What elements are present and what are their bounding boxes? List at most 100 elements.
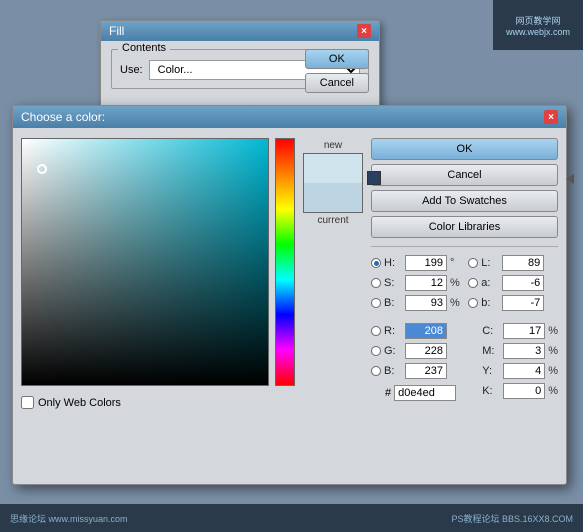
s-field[interactable] [405, 275, 447, 291]
a-label: a: [481, 277, 499, 289]
hex-row: # [371, 385, 460, 401]
spacer2 [468, 315, 558, 319]
fill-dialog-body: Contents Use: Color... OK Cancel [101, 41, 379, 103]
g-radio[interactable] [371, 346, 381, 356]
hex-label: # [385, 387, 391, 399]
k-field[interactable] [503, 383, 545, 399]
color-dialog-close[interactable]: × [544, 110, 558, 124]
l-row: L: [468, 255, 558, 271]
c-field[interactable] [503, 323, 545, 339]
b3-row: b: [468, 295, 558, 311]
a-row: a: [468, 275, 558, 291]
b3-label: b: [481, 297, 499, 309]
b-row: B: % [371, 295, 460, 311]
c-label: C: [482, 325, 500, 337]
color-ok-button[interactable]: OK [371, 138, 558, 160]
y-field[interactable] [503, 363, 545, 379]
m-row: M: % [468, 343, 558, 359]
h-field[interactable] [405, 255, 447, 271]
hex-field[interactable] [394, 385, 456, 401]
r-row: R: [371, 323, 460, 339]
h-radio[interactable] [371, 258, 381, 268]
contents-legend: Contents [118, 42, 170, 54]
b3-field[interactable] [502, 295, 544, 311]
m-unit: % [548, 345, 558, 357]
color-preview-box [303, 153, 363, 213]
fill-ok-button[interactable]: OK [305, 49, 369, 69]
g-label: G: [384, 345, 402, 357]
l-label: L: [481, 257, 499, 269]
preview-section: new current [303, 138, 363, 470]
y-row: Y: % [468, 363, 558, 379]
fill-dialog-titlebar: Fill × [101, 21, 379, 41]
s-radio[interactable] [371, 278, 381, 288]
preview-stack-container [303, 153, 363, 213]
color-libraries-button[interactable]: Color Libraries [371, 216, 558, 238]
inputs-left: H: ° S: % B: [371, 255, 460, 470]
m-field[interactable] [503, 343, 545, 359]
l-radio[interactable] [468, 258, 478, 268]
fill-dialog-close[interactable]: × [357, 24, 371, 38]
b2-row: B: [371, 363, 460, 379]
add-to-swatches-button[interactable]: Add To Swatches [371, 190, 558, 212]
fill-dialog-title: Fill [109, 24, 124, 38]
r-label: R: [384, 325, 402, 337]
hue-slider-container [275, 138, 295, 386]
r-field[interactable] [405, 323, 447, 339]
b3-radio[interactable] [468, 298, 478, 308]
b2-radio[interactable] [371, 366, 381, 376]
b-unit: % [450, 297, 460, 309]
use-label: Use: [120, 64, 143, 76]
h-row: H: ° [371, 255, 460, 271]
divider [371, 246, 558, 247]
small-color-swatch [367, 171, 381, 185]
b2-field[interactable] [405, 363, 447, 379]
new-label: new [324, 140, 342, 151]
watermark-bottom: 思缘论坛 www.missyuan.com PS教程论坛 BBS.16XX8.C… [0, 504, 583, 532]
watermark-top-line1: 网页教学网 [515, 14, 560, 27]
h-unit: ° [450, 257, 454, 269]
b2-label: B: [384, 365, 402, 377]
inputs-right: L: a: b: [468, 255, 558, 470]
a-radio[interactable] [468, 278, 478, 288]
color-cancel-button[interactable]: Cancel [371, 164, 558, 186]
watermark-bottom-right: PS教程论坛 BBS.16XX8.COM [451, 512, 573, 525]
only-web-colors-row: Only Web Colors [21, 396, 295, 409]
current-color-preview [304, 183, 362, 212]
watermark-top-line2: www.webjx.com [506, 27, 570, 37]
c-row: C: % [468, 323, 558, 339]
current-label: current [317, 215, 348, 226]
y-unit: % [548, 365, 558, 377]
fill-btn-area: OK Cancel [305, 49, 369, 93]
new-color-preview [304, 154, 362, 183]
color-gradient-picker[interactable] [21, 138, 269, 386]
only-web-colors-label: Only Web Colors [38, 397, 121, 409]
watermark-top: 网页教学网 www.webjx.com [493, 0, 583, 50]
g-row: G: [371, 343, 460, 359]
s-row: S: % [371, 275, 460, 291]
color-dialog: Choose a color: × Only Web Colors [12, 105, 567, 485]
b-field[interactable] [405, 295, 447, 311]
inputs-area: H: ° S: % B: [371, 255, 558, 470]
color-dialog-content: Only Web Colors new current OK Cancel A [13, 128, 566, 480]
g-field[interactable] [405, 343, 447, 359]
k-row: K: % [468, 383, 558, 399]
s-unit: % [450, 277, 460, 289]
picker-column: Only Web Colors [21, 138, 295, 470]
action-buttons: OK Cancel Add To Swatches Color Librarie… [371, 138, 558, 238]
color-dialog-title: Choose a color: [21, 110, 105, 124]
fill-cancel-button[interactable]: Cancel [305, 73, 369, 93]
color-dialog-titlebar: Choose a color: × [13, 106, 566, 128]
picker-cursor [37, 164, 47, 174]
k-label: K: [482, 385, 500, 397]
b-radio[interactable] [371, 298, 381, 308]
a-field[interactable] [502, 275, 544, 291]
right-panel: OK Cancel Add To Swatches Color Librarie… [371, 138, 558, 470]
watermark-bottom-left: 思缘论坛 www.missyuan.com [10, 512, 128, 525]
s-label: S: [384, 277, 402, 289]
r-radio[interactable] [371, 326, 381, 336]
only-web-colors-checkbox[interactable] [21, 396, 34, 409]
m-label: M: [482, 345, 500, 357]
l-field[interactable] [502, 255, 544, 271]
hue-slider[interactable] [275, 138, 295, 386]
